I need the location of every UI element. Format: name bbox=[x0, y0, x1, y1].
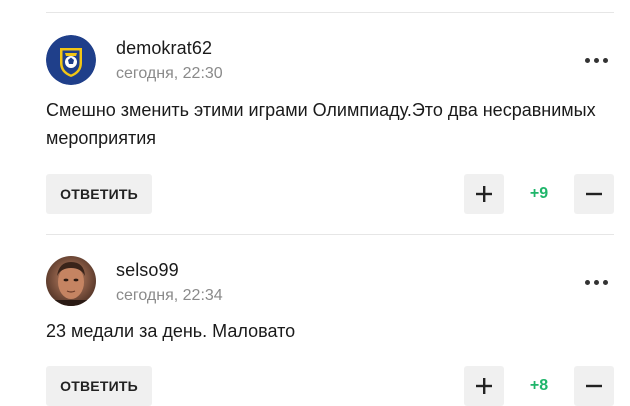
comment-username[interactable]: selso99 bbox=[116, 260, 179, 281]
upvote-button[interactable] bbox=[464, 366, 504, 406]
minus-icon bbox=[586, 192, 602, 196]
downvote-button[interactable] bbox=[574, 366, 614, 406]
reply-button[interactable]: ОТВЕТИТЬ bbox=[46, 366, 152, 406]
top-divider bbox=[46, 12, 614, 13]
comment-divider bbox=[46, 234, 614, 235]
comment-timestamp: сегодня, 22:30 bbox=[116, 65, 223, 82]
plus-icon bbox=[476, 186, 492, 202]
comment-score: +8 bbox=[529, 377, 549, 394]
football-club-crest-icon bbox=[46, 35, 96, 85]
upvote-button[interactable] bbox=[464, 174, 504, 214]
more-options-icon[interactable] bbox=[578, 50, 614, 70]
downvote-button[interactable] bbox=[574, 174, 614, 214]
more-options-icon[interactable] bbox=[578, 272, 614, 292]
plus-icon bbox=[476, 378, 492, 394]
comment-text: Смешно зменить этими играми Олимпиаду.Эт… bbox=[46, 100, 596, 148]
avatar[interactable] bbox=[46, 256, 96, 306]
comment-username[interactable]: demokrat62 bbox=[116, 38, 212, 59]
comment-score: +9 bbox=[529, 185, 549, 202]
reply-button[interactable]: ОТВЕТИТЬ bbox=[46, 174, 152, 214]
user-photo-avatar bbox=[46, 256, 96, 306]
comment-text: 23 медали за день. Маловато bbox=[46, 321, 296, 341]
avatar[interactable] bbox=[46, 35, 96, 85]
comment-timestamp: сегодня, 22:34 bbox=[116, 287, 223, 304]
minus-icon bbox=[586, 384, 602, 388]
